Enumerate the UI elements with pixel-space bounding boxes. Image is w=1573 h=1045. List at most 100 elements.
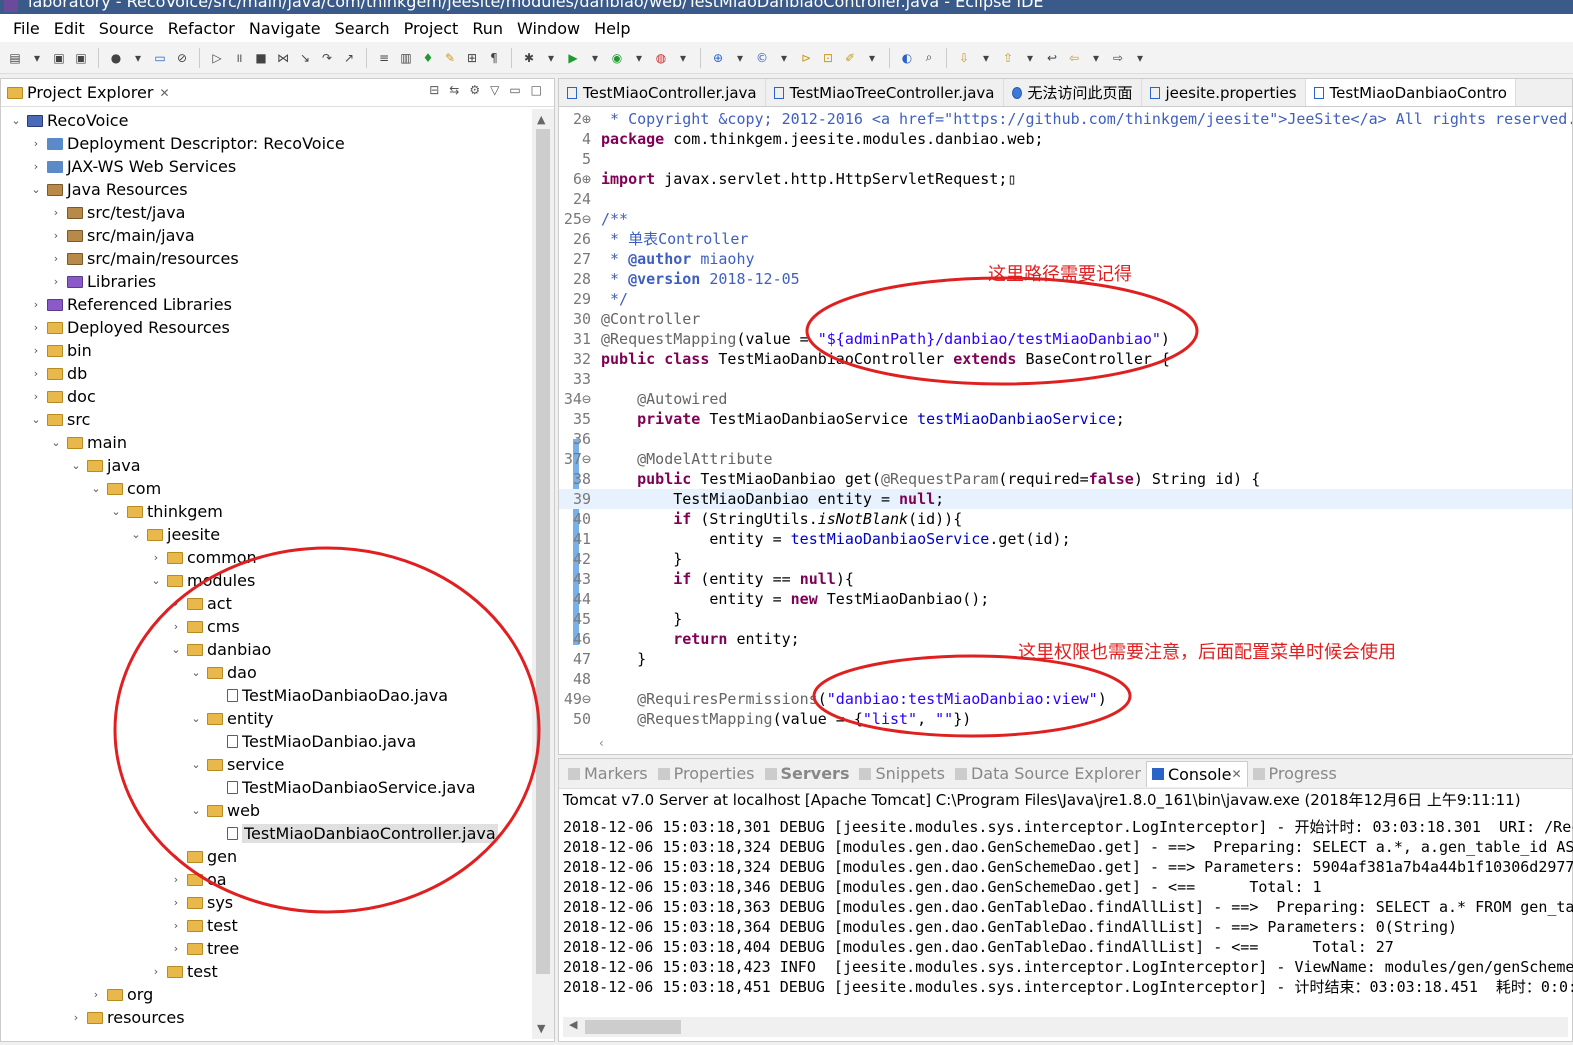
scrollbar-thumb[interactable] [536, 129, 550, 974]
next-annotation-icon[interactable]: ⇩ [955, 49, 973, 67]
collapsed-icon[interactable]: › [149, 551, 163, 564]
tree-item[interactable]: ⌄ java [69, 454, 140, 477]
code-line[interactable]: 36 [559, 429, 1572, 449]
menu-file[interactable]: File [6, 19, 47, 38]
tree-item[interactable]: › src/main/java [49, 224, 195, 247]
step-over-icon[interactable]: ↷ [318, 49, 336, 67]
code-line[interactable]: 29 */ [559, 289, 1572, 309]
collapsed-icon[interactable]: › [49, 229, 63, 242]
tree-item[interactable]: › Deployed Resources [29, 316, 230, 339]
collapsed-icon[interactable]: › [29, 390, 43, 403]
last-edit-icon[interactable]: ↩ [1043, 49, 1061, 67]
search-icon[interactable]: ⌕ [920, 49, 938, 67]
tree-item[interactable]: › tree [169, 937, 239, 960]
tree-item[interactable]: ⌄ Java Resources [29, 178, 187, 201]
open-task-icon[interactable]: ✐ [841, 49, 859, 67]
open-resource-icon[interactable]: ⊡ [819, 49, 837, 67]
collapsed-icon[interactable]: › [169, 919, 183, 932]
link-with-editor-icon[interactable]: ⇆ [449, 83, 459, 97]
code-line[interactable]: 2⊕ * Copyright &copy; 2012-2016 <a href=… [559, 109, 1572, 129]
tab-snippets[interactable]: Snippets [854, 764, 950, 783]
external-tools-icon[interactable]: ◍ [652, 49, 670, 67]
expanded-icon[interactable]: ⌄ [29, 413, 43, 426]
menu-search[interactable]: Search [328, 19, 397, 38]
expanded-icon[interactable]: ⌄ [189, 666, 203, 679]
tree-item[interactable]: ⌄ RecoVoice [9, 109, 128, 132]
show-whitespace-icon[interactable]: ¶ [485, 49, 503, 67]
back-icon[interactable]: ⇦ [1065, 49, 1083, 67]
editor-tab[interactable]: 无法访问此页面 [1004, 79, 1142, 106]
step-into-icon[interactable]: ↘ [296, 49, 314, 67]
collapsed-icon[interactable]: › [29, 344, 43, 357]
tab-progress[interactable]: Progress [1248, 764, 1342, 783]
window-icon[interactable]: ▭ [151, 49, 169, 67]
tree-item[interactable]: › src/test/java [49, 201, 186, 224]
tree-item[interactable]: › Referenced Libraries [29, 293, 232, 316]
collapsed-icon[interactable]: › [29, 298, 43, 311]
collapsed-icon[interactable]: › [169, 942, 183, 955]
filter-icon[interactable]: ⚙ [469, 83, 480, 97]
dropdown-icon[interactable]: ▾ [586, 49, 604, 67]
code-line[interactable]: 33 [559, 369, 1572, 389]
console-hscroll[interactable]: ◀ [563, 1017, 1568, 1037]
menu-edit[interactable]: Edit [47, 19, 92, 38]
dropdown-icon[interactable]: ▾ [1087, 49, 1105, 67]
tree-item[interactable]: ⌄ web [189, 799, 260, 822]
tree-item[interactable]: TestMiaoDanbiaoDao.java [209, 684, 448, 707]
code-line[interactable]: 40 if (StringUtils.isNotBlank(id)){ [559, 509, 1572, 529]
code-line[interactable]: 26 * 单表Controller [559, 229, 1572, 249]
collapsed-icon[interactable]: › [49, 252, 63, 265]
tree-item[interactable]: ⌄ src [29, 408, 90, 431]
code-line[interactable]: 25⊖ /** [559, 209, 1572, 229]
collapsed-icon[interactable]: › [169, 896, 183, 909]
expanded-icon[interactable]: ⌄ [29, 183, 43, 196]
tab-console[interactable]: Console ✕ [1145, 760, 1248, 787]
maximize-icon[interactable]: □ [531, 83, 542, 97]
skip-breakpoints-icon[interactable]: ⊘ [173, 49, 191, 67]
code-area[interactable]: 2⊕ * Copyright &copy; 2012-2016 <a href=… [559, 109, 1572, 729]
menu-window[interactable]: Window [510, 19, 587, 38]
expanded-icon[interactable]: ⌄ [149, 574, 163, 587]
tree-item[interactable]: TestMiaoDanbiaoController.java [209, 822, 498, 845]
tree-item[interactable]: › bin [29, 339, 92, 362]
code-line[interactable]: 35 private TestMiaoDanbiaoService testMi… [559, 409, 1572, 429]
code-line[interactable]: 34⊖ @Autowired [559, 389, 1572, 409]
tree-item[interactable]: ⌄ entity [189, 707, 273, 730]
menu-project[interactable]: Project [397, 19, 466, 38]
code-line[interactable]: 32 public class TestMiaoDanbiaoController… [559, 349, 1572, 369]
tree-item[interactable]: › org [89, 983, 153, 1006]
menu-navigate[interactable]: Navigate [242, 19, 328, 38]
code-line[interactable]: 44 entity = new TestMiaoDanbiao(); [559, 589, 1572, 609]
tree-item[interactable]: ⌄ main [49, 431, 127, 454]
debug-icon[interactable]: ● [107, 49, 125, 67]
expanded-icon[interactable]: ⌄ [169, 643, 183, 656]
highlight-icon[interactable]: ✎ [441, 49, 459, 67]
block-selection-icon[interactable]: ⊞ [463, 49, 481, 67]
tree-item[interactable]: › db [29, 362, 88, 385]
code-line[interactable]: 42 } [559, 549, 1572, 569]
tree-item[interactable]: › doc [29, 385, 96, 408]
tree-item[interactable]: › JAX-WS Web Services [29, 155, 236, 178]
dropdown-icon[interactable]: ▾ [863, 49, 881, 67]
tree-item[interactable]: › Deployment Descriptor: RecoVoice [29, 132, 345, 155]
collapsed-icon[interactable]: › [169, 873, 183, 886]
dropdown-icon[interactable]: ▾ [674, 49, 692, 67]
previous-annotation-icon[interactable]: ⇧ [999, 49, 1017, 67]
collapsed-icon[interactable]: › [169, 597, 183, 610]
tab-data-source-explorer[interactable]: Data Source Explorer [950, 764, 1146, 783]
menu-refactor[interactable]: Refactor [161, 19, 242, 38]
code-line[interactable]: 43 if (entity == null){ [559, 569, 1572, 589]
editor-tab[interactable]: TestMiaoTreeController.java [766, 79, 1004, 106]
editor-hscroll[interactable]: ‹ [599, 736, 1559, 752]
new-server-icon[interactable]: ⊕ [709, 49, 727, 67]
collapse-all-icon[interactable]: ⊟ [429, 83, 439, 97]
collapsed-icon[interactable]: › [49, 275, 63, 288]
code-line[interactable]: 30 @Controller [559, 309, 1572, 329]
dropdown-icon[interactable]: ▾ [1021, 49, 1039, 67]
collapsed-icon[interactable]: › [29, 160, 43, 173]
editor-tab[interactable]: TestMiaoController.java [559, 79, 766, 106]
collapsed-icon[interactable]: › [89, 988, 103, 1001]
collapsed-icon[interactable]: › [169, 850, 183, 863]
coverage-icon[interactable]: ◉ [608, 49, 626, 67]
menu-run[interactable]: Run [465, 19, 510, 38]
